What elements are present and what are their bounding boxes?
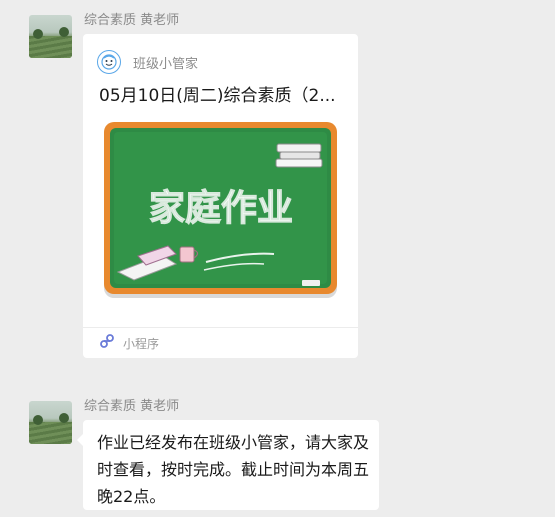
link-icon [99,333,115,353]
text-message-bubble[interactable]: 作业已经发布在班级小管家，请大家及时查看，按时完成。截止时间为本周五晚22点。 [77,420,379,510]
card-footer: 小程序 [83,327,358,358]
card-title: 05月10日(周二)综合素质（2... [99,86,336,106]
homework-cover-image: 家庭作业 [104,122,339,300]
sender-name: 综合素质 黄老师 [84,399,180,414]
sender-avatar[interactable] [29,401,72,444]
mini-program-name: 班级小管家 [133,56,199,72]
mini-program-label: 小程序 [123,336,160,351]
smiling-face-icon [97,50,121,74]
card-header: 班级小管家 [97,49,198,75]
sender-name: 综合素质 黄老师 [84,13,180,28]
cover-title: 家庭作业 [149,188,293,229]
chat-window: 综合素质 黄老师 班级小管家 05月10日(周二)综合素质（2... 家庭作业 … [0,0,555,517]
sender-avatar[interactable] [29,15,72,58]
mini-program-card[interactable]: 班级小管家 05月10日(周二)综合素质（2... 家庭作业 小程序 [83,34,358,358]
